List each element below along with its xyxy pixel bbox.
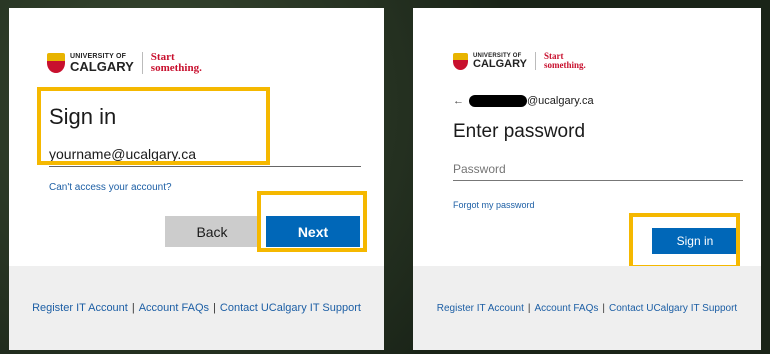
footer-links: Register IT Account | Account FAQs | Con…: [9, 266, 384, 350]
logo-tagline2: something.: [543, 60, 586, 70]
ucalgary-logo: UNIVERSITY OF CALGARY Start something.: [47, 52, 202, 74]
ucalgary-shield-icon: [453, 52, 468, 70]
ucalgary-logo: UNIVERSITY OF CALGARY Start something.: [453, 52, 586, 70]
highlight-box-next: [257, 191, 367, 252]
register-it-account-link[interactable]: Register IT Account: [32, 302, 128, 314]
back-arrow-icon[interactable]: ←: [453, 95, 464, 107]
logo-line2: CALGARY: [70, 59, 134, 74]
contact-it-support-link[interactable]: Contact UCalgary IT Support: [609, 303, 737, 314]
highlight-box-signin-button: [629, 213, 740, 269]
forgot-password-link[interactable]: Forgot my password: [453, 200, 535, 210]
page-title: Enter password: [453, 121, 586, 142]
redacted-username: [469, 95, 527, 107]
back-button[interactable]: Back: [165, 216, 259, 247]
account-faqs-link[interactable]: Account FAQs: [139, 302, 209, 314]
contact-it-support-link[interactable]: Contact UCalgary IT Support: [220, 302, 361, 314]
highlight-box-signin: [37, 87, 270, 165]
logo-line2: CALGARY: [473, 57, 527, 70]
footer-links: Register IT Account | Account FAQs | Con…: [413, 266, 761, 350]
register-it-account-link[interactable]: Register IT Account: [437, 303, 524, 314]
password-field[interactable]: [453, 158, 743, 181]
logo-tagline2: something.: [150, 62, 202, 74]
identity-row: ← @ucalgary.ca: [453, 95, 594, 107]
cant-access-account-link[interactable]: Can't access your account?: [49, 182, 172, 193]
email-suffix: @ucalgary.ca: [527, 95, 594, 107]
account-faqs-link[interactable]: Account FAQs: [534, 303, 598, 314]
ucalgary-shield-icon: [47, 53, 65, 73]
password-panel: UNIVERSITY OF CALGARY Start something. ←…: [413, 8, 761, 350]
sign-in-panel: UNIVERSITY OF CALGARY Start something. S…: [9, 8, 384, 350]
